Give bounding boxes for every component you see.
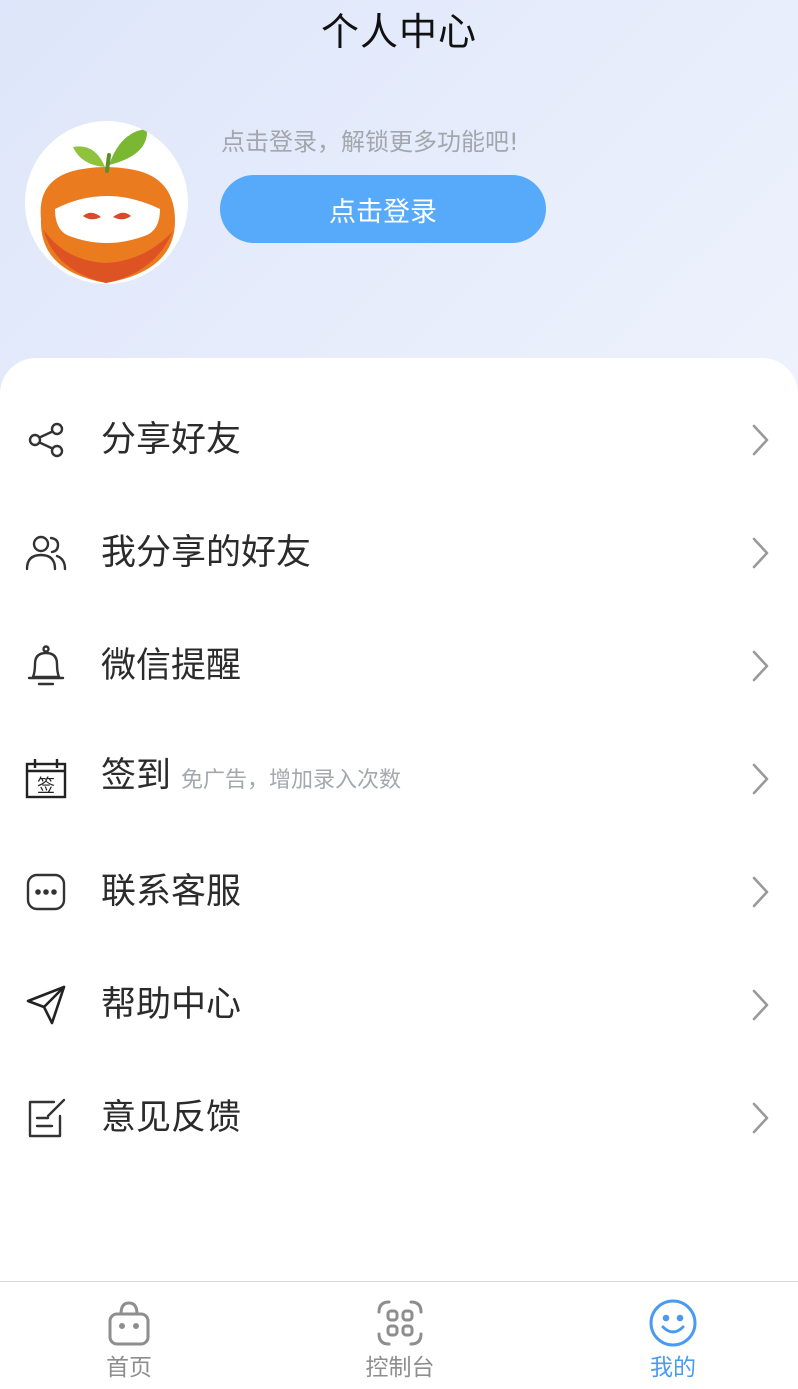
chat-bubble-icon	[24, 870, 68, 914]
tangerine-mascot-icon	[25, 121, 188, 284]
menu-card: 分享好友 我分享的好友 微信提醒 签 签到 免广告，增加录入次数 联系客服 帮助…	[0, 358, 798, 1282]
edit-note-icon	[24, 1096, 68, 1140]
bottom-tab-bar: 首页 控制台 我的	[0, 1281, 798, 1389]
menu-item-contact-support[interactable]: 联系客服	[0, 835, 798, 948]
smile-icon	[648, 1298, 698, 1348]
tab-home[interactable]: 首页	[39, 1282, 219, 1389]
chevron-right-icon	[748, 535, 772, 571]
chevron-right-icon	[748, 648, 772, 684]
tab-console[interactable]: 控制台	[310, 1282, 490, 1389]
chevron-right-icon	[748, 987, 772, 1023]
page-title: 个人中心	[320, 10, 477, 54]
menu-item-label: 意见反馈	[101, 1097, 242, 1138]
menu-item-label: 我分享的好友	[101, 532, 312, 573]
menu-item-label: 微信提醒	[101, 645, 242, 686]
sign-in-calendar-icon: 签	[24, 757, 68, 801]
share-icon	[24, 418, 68, 462]
chevron-right-icon	[748, 761, 772, 797]
sign-in-label: 签到	[101, 756, 172, 796]
menu-item-label: 签到 免广告，增加录入次数	[101, 754, 401, 803]
menu-item-my-shared-friends[interactable]: 我分享的好友	[0, 496, 798, 609]
profile-page: 个人中心 点击登录，解锁更多功能吧! 点击登录 分享好友 我分享的好友 微信提醒…	[0, 0, 798, 1389]
shopping-bag-icon	[104, 1298, 154, 1348]
menu-item-sign-in[interactable]: 签 签到 免广告，增加录入次数	[0, 722, 798, 835]
avatar[interactable]	[25, 121, 188, 284]
chevron-right-icon	[748, 874, 772, 910]
paper-plane-icon	[24, 983, 68, 1027]
chevron-right-icon	[748, 422, 772, 458]
users-icon	[24, 531, 68, 575]
grid-icon	[375, 1298, 425, 1348]
menu-item-label: 帮助中心	[101, 984, 242, 1025]
bell-icon	[24, 644, 68, 688]
menu-item-feedback[interactable]: 意见反馈	[0, 1061, 798, 1174]
tab-mine[interactable]: 我的	[583, 1282, 763, 1389]
menu-item-share-friends[interactable]: 分享好友	[0, 383, 798, 496]
tab-label: 控制台	[365, 1355, 435, 1381]
tab-label: 我的	[650, 1355, 696, 1381]
tab-label: 首页	[106, 1355, 152, 1381]
login-hint-text: 点击登录，解锁更多功能吧!	[221, 128, 519, 156]
login-button[interactable]: 点击登录	[220, 175, 546, 243]
chevron-right-icon	[748, 1100, 772, 1136]
svg-text:签: 签	[37, 776, 55, 797]
menu-item-help-center[interactable]: 帮助中心	[0, 948, 798, 1061]
menu-item-label: 分享好友	[101, 419, 242, 460]
menu-item-label: 联系客服	[101, 871, 242, 912]
menu-item-wechat-reminder[interactable]: 微信提醒	[0, 609, 798, 722]
sign-in-subtitle: 免广告，增加录入次数	[181, 768, 402, 793]
